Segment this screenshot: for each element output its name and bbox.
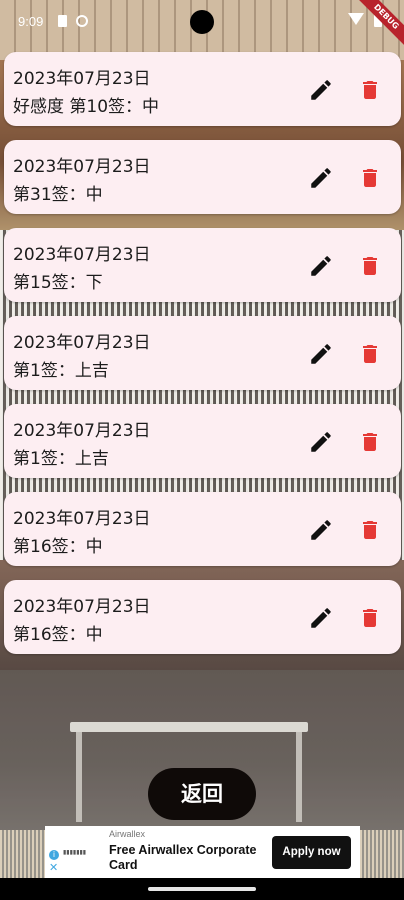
close-icon[interactable]: ✕ — [49, 862, 58, 874]
pencil-icon[interactable] — [308, 165, 334, 191]
record-date: 2023年07月23日 — [13, 333, 151, 353]
ad-banner[interactable]: i ✕ ▮▮▮▮▮▮▮ Airwallex Free Airwallex Cor… — [45, 826, 360, 878]
record-date: 2023年07月23日 — [13, 597, 151, 617]
pencil-icon[interactable] — [308, 517, 334, 543]
record-date: 2023年07月23日 — [13, 69, 151, 89]
advertiser-logo: ▮▮▮▮▮▮▮ — [63, 849, 87, 856]
info-icon[interactable]: i — [49, 850, 59, 860]
pencil-icon[interactable] — [308, 77, 334, 103]
ad-cta-button[interactable]: Apply now — [272, 836, 351, 869]
record-result: 第15签：下 — [13, 273, 103, 293]
ad-advertiser: Airwallex — [109, 829, 146, 839]
record-list: 2023年07月23日 好感度 第10签：中 2023年07月23日 第31签：… — [4, 52, 401, 668]
record-result: 第1签：上吉 — [13, 361, 109, 381]
status-bar: 9:09 DEBUG — [0, 0, 404, 51]
trash-icon[interactable] — [358, 253, 382, 279]
ad-title[interactable]: Free Airwallex Corporate Card — [109, 843, 269, 873]
wifi-icon — [348, 13, 364, 25]
record-result: 第16签：中 — [13, 625, 103, 645]
trash-icon[interactable] — [358, 429, 382, 455]
pencil-icon[interactable] — [308, 605, 334, 631]
camera-cutout — [190, 10, 214, 34]
record-date: 2023年07月23日 — [13, 509, 151, 529]
record-result: 第1签：上吉 — [13, 449, 109, 469]
record-result: 第31签：中 — [13, 185, 103, 205]
record-card: 2023年07月23日 第16签：中 — [4, 492, 401, 566]
sync-icon — [76, 15, 88, 27]
record-date: 2023年07月23日 — [13, 157, 151, 177]
status-time: 9:09 — [18, 14, 44, 29]
record-card: 2023年07月23日 第1签：上吉 — [4, 316, 401, 390]
back-button[interactable]: 返回 — [148, 768, 256, 820]
trash-icon[interactable] — [358, 165, 382, 191]
record-result: 好感度 第10签：中 — [13, 97, 160, 117]
home-gesture-handle[interactable] — [148, 887, 256, 891]
trash-icon[interactable] — [358, 341, 382, 367]
trash-icon[interactable] — [358, 77, 382, 103]
record-date: 2023年07月23日 — [13, 245, 151, 265]
trash-icon[interactable] — [358, 605, 382, 631]
record-card: 2023年07月23日 第31签：中 — [4, 140, 401, 214]
pencil-icon[interactable] — [308, 253, 334, 279]
record-result: 第16签：中 — [13, 537, 103, 557]
sim-icon — [58, 15, 67, 27]
record-date: 2023年07月23日 — [13, 421, 151, 441]
pencil-icon[interactable] — [308, 341, 334, 367]
navigation-bar — [0, 878, 404, 900]
record-card: 2023年07月23日 第1签：上吉 — [4, 404, 401, 478]
record-card: 2023年07月23日 第16签：中 — [4, 580, 401, 654]
record-card: 2023年07月23日 好感度 第10签：中 — [4, 52, 401, 126]
pencil-icon[interactable] — [308, 429, 334, 455]
record-card: 2023年07月23日 第15签：下 — [4, 228, 401, 302]
trash-icon[interactable] — [358, 517, 382, 543]
